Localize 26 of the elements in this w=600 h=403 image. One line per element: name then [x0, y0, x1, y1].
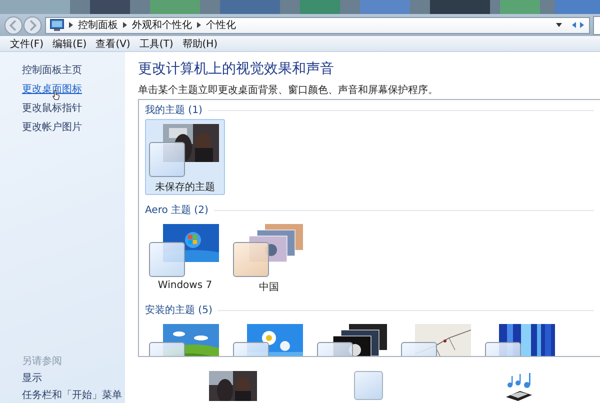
theme-item[interactable]: Windows 7: [145, 219, 225, 295]
see-also-link[interactable]: 任务栏和「开始」菜单: [22, 388, 125, 402]
menu-item[interactable]: 查看(V): [96, 36, 130, 50]
theme-item[interactable]: 中国: [229, 219, 309, 295]
breadcrumb-item[interactable]: 外观和个性化: [132, 18, 192, 32]
breadcrumb-item[interactable]: 个性化: [206, 18, 236, 32]
menu-item[interactable]: 文件(F): [10, 36, 44, 50]
menu-item[interactable]: 工具(T): [139, 36, 174, 50]
menu-item[interactable]: 帮助(H): [182, 36, 218, 50]
theme-item[interactable]: 未保存的主题: [145, 119, 225, 195]
group-heading: 安装的主题 (5): [145, 304, 212, 317]
sidebar-link[interactable]: 控制面板主页: [22, 65, 82, 76]
group-heading: Aero 主题 (2): [145, 204, 208, 217]
breadcrumb-item[interactable]: 控制面板: [78, 18, 118, 32]
theme-name: 未保存的主题: [155, 180, 215, 194]
see-also-heading: 另请参阅: [22, 354, 63, 368]
page-title: 更改计算机上的视觉效果和声音: [138, 60, 335, 79]
see-also-link[interactable]: 显示: [22, 371, 125, 385]
page-description: 单击某个主题立即更改桌面背景、窗口颜色、声音和屏幕保护程序。: [138, 84, 439, 97]
menu-item[interactable]: 编辑(E): [52, 36, 87, 50]
theme-name: Windows 7: [158, 280, 212, 291]
sidebar-link[interactable]: 更改鼠标指针: [22, 103, 82, 114]
address-bar[interactable]: 控制面板 外观和个性化 个性化: [45, 16, 590, 34]
sidebar-link[interactable]: 更改帐户图片: [22, 122, 82, 133]
group-heading: 我的主题 (1): [145, 104, 202, 117]
theme-name: 中国: [259, 280, 279, 294]
